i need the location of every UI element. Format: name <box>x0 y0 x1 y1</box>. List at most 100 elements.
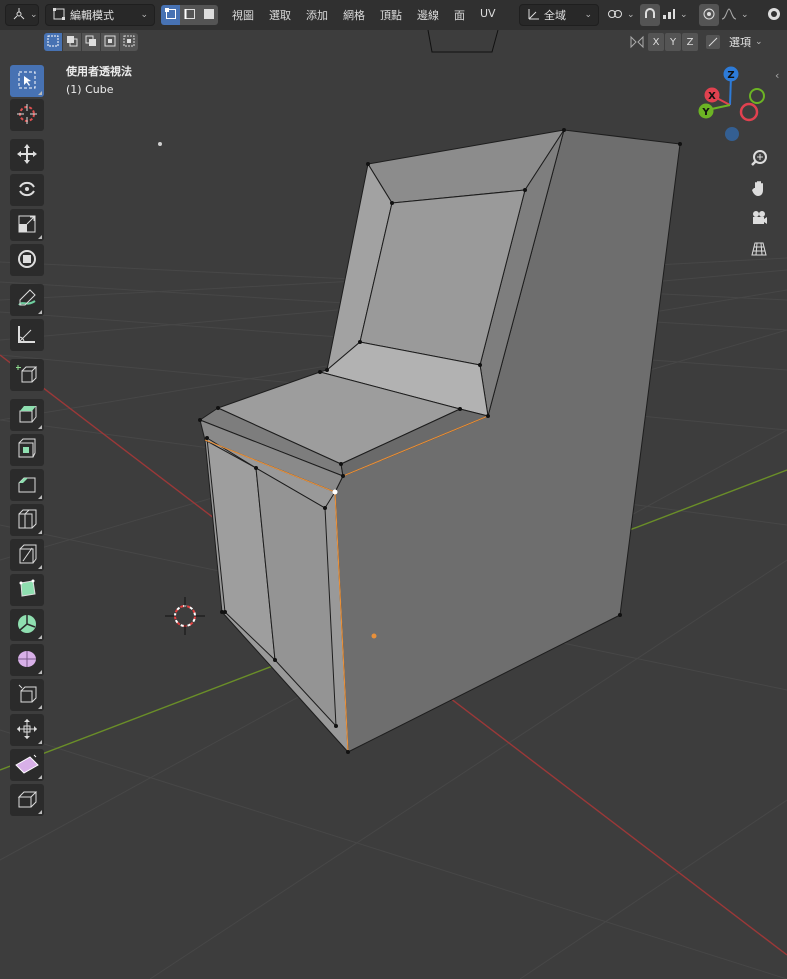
vertex-select-icon <box>164 7 177 23</box>
mirror-y-button[interactable]: Y <box>665 33 681 51</box>
select-new-button[interactable] <box>44 33 62 51</box>
falloff-curve-icon <box>721 7 737 23</box>
object-label: (1) Cube <box>66 83 114 96</box>
edge-select-mode-button[interactable] <box>180 5 199 25</box>
chevron-down-icon: ⌄ <box>584 10 592 20</box>
transform-icon <box>16 248 38 273</box>
mirror-x-button[interactable]: X <box>648 33 664 51</box>
zoom-magnifier-icon <box>750 149 768 170</box>
select-extend-icon <box>66 35 78 50</box>
editor-type-dropdown[interactable]: ⌄ <box>5 4 39 26</box>
tool-rotate[interactable] <box>10 174 44 206</box>
rotate-icon <box>16 178 38 203</box>
pivot-point-dropdown[interactable]: ⌄ <box>607 4 635 26</box>
falloff-dropdown[interactable]: ⌄ <box>721 4 749 26</box>
menu-edge[interactable]: 邊線 <box>417 7 439 23</box>
orientation-icon <box>526 7 540 24</box>
proportional-edit-toggle[interactable] <box>699 4 719 26</box>
tool-measure[interactable] <box>10 319 44 351</box>
tool-loop-cut[interactable] <box>10 504 44 536</box>
spin-icon <box>16 613 38 638</box>
snap-toggle[interactable] <box>640 4 660 26</box>
extrude-icon <box>16 403 38 428</box>
tool-add-cube[interactable] <box>10 359 44 391</box>
active-vertex <box>332 489 338 495</box>
camera-icon <box>750 209 768 230</box>
tool-poly-build[interactable] <box>10 574 44 606</box>
sidebar-toggle-icon[interactable]: ‹ <box>775 69 779 82</box>
tool-select-box[interactable] <box>10 65 44 97</box>
select-new-icon <box>47 35 59 50</box>
tool-spin[interactable] <box>10 609 44 641</box>
menu-view[interactable]: 視圖 <box>232 7 254 23</box>
navigation-gizmo[interactable]: Z X Y <box>694 64 774 146</box>
menu-select[interactable]: 選取 <box>269 7 291 23</box>
menu-face[interactable]: 面 <box>454 7 465 23</box>
tool-rip-region[interactable] <box>10 784 44 816</box>
chevron-down-icon: ⌄ <box>755 37 763 47</box>
overlay-toggle[interactable] <box>766 4 782 26</box>
zoom-button[interactable] <box>745 145 773 173</box>
pan-button[interactable] <box>745 175 773 203</box>
vertex-select-mode-button[interactable] <box>161 5 180 25</box>
tool-extrude-region[interactable] <box>10 399 44 431</box>
face-select-icon <box>203 8 215 23</box>
tool-annotate[interactable] <box>10 284 44 316</box>
tool-bevel[interactable] <box>10 469 44 501</box>
3d-cursor <box>165 597 205 635</box>
tool-cursor[interactable] <box>10 99 44 131</box>
3d-viewport[interactable] <box>0 0 787 979</box>
light-point <box>158 142 162 146</box>
tool-inset-faces[interactable] <box>10 434 44 466</box>
tool-shear[interactable] <box>10 749 44 781</box>
menu-mesh[interactable]: 網格 <box>343 7 365 23</box>
transform-orientation-dropdown[interactable]: 全域 ⌄ <box>519 4 599 26</box>
menu-uv[interactable]: UV <box>480 7 496 20</box>
move-icon <box>16 143 38 168</box>
tool-move[interactable] <box>10 139 44 171</box>
gizmo-z-label: Z <box>727 70 734 81</box>
viewport-info: 使用者透視法 (1) Cube <box>66 63 132 99</box>
add-cube-icon <box>16 363 38 388</box>
inset-icon <box>16 438 38 463</box>
select-box-icon <box>17 70 37 93</box>
tool-transform[interactable] <box>10 244 44 276</box>
snap-target-dropdown[interactable]: ⌄ <box>662 4 688 26</box>
select-invert-icon <box>104 35 116 50</box>
tool-scale[interactable] <box>10 209 44 241</box>
options-dropdown[interactable]: 選項 ⌄ <box>729 31 763 53</box>
menu-vertex[interactable]: 頂點 <box>380 7 402 23</box>
shrink-fatten-icon <box>16 718 38 743</box>
measure-ruler-icon <box>16 323 38 348</box>
view-name: 使用者透視法 <box>66 65 132 78</box>
menu-add[interactable]: 添加 <box>306 7 328 23</box>
gizmo-y-label: Y <box>701 107 710 118</box>
annotate-pencil-icon <box>16 288 38 313</box>
proportional-edit-icon <box>703 8 715 23</box>
options-label: 選項 <box>729 36 751 49</box>
chevron-down-icon: ⌄ <box>30 10 38 20</box>
select-intersect-button[interactable] <box>120 33 138 51</box>
perspective-toggle-button[interactable] <box>745 236 773 264</box>
select-invert-button[interactable] <box>101 33 119 51</box>
auto-merge-icon[interactable] <box>705 34 721 53</box>
mode-dropdown[interactable]: 編輯模式 ⌄ <box>45 4 155 26</box>
camera-view-button[interactable] <box>745 205 773 233</box>
scene-canvas[interactable] <box>0 0 787 979</box>
select-subtract-button[interactable] <box>82 33 100 51</box>
tool-shrink-fatten[interactable] <box>10 714 44 746</box>
knife-icon <box>16 543 38 568</box>
tool-smooth[interactable] <box>10 644 44 676</box>
shear-icon <box>14 753 40 778</box>
mesh-cube <box>199 129 681 753</box>
mirror-icon <box>629 35 645 52</box>
face-select-mode-button[interactable] <box>199 5 218 25</box>
mirror-z-button[interactable]: Z <box>682 33 698 51</box>
tool-knife[interactable] <box>10 539 44 571</box>
select-extend-button[interactable] <box>63 33 81 51</box>
chevron-down-icon: ⌄ <box>680 10 688 20</box>
select-subtract-icon <box>85 35 97 50</box>
poly-build-icon <box>16 578 38 603</box>
chevron-down-icon: ⌄ <box>627 10 635 20</box>
tool-edge-slide[interactable] <box>10 679 44 711</box>
